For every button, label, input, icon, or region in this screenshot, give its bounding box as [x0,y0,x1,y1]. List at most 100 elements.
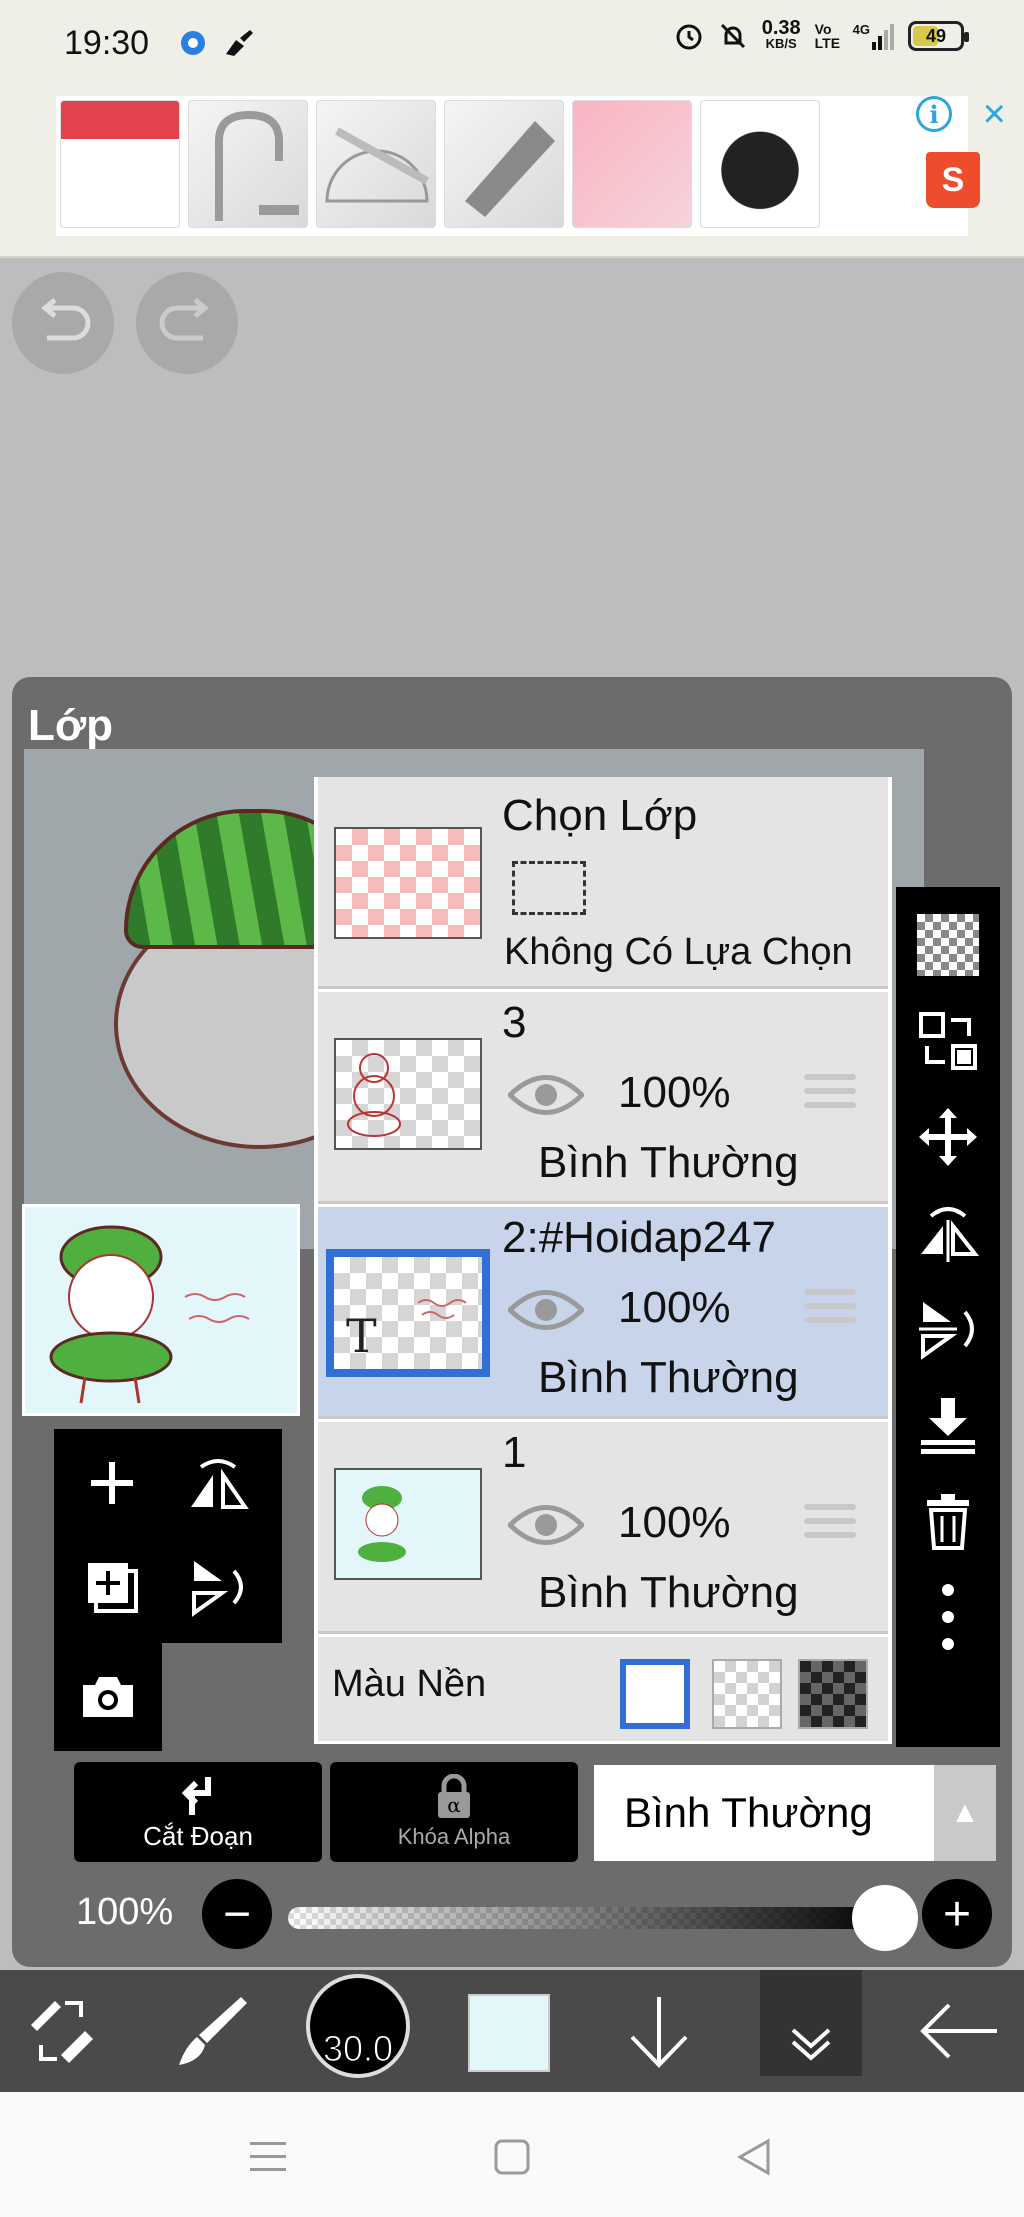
opacity-control: 100% − + [12,1873,1012,1957]
layer-blend-mode: Bình Thường [538,1353,799,1402]
layer-name: 3 [502,998,527,1047]
arrow-down-icon[interactable] [604,1980,714,2082]
back-arrow-icon[interactable] [904,1980,1014,2082]
navigator-thumbnail[interactable] [22,1204,300,1416]
volte-indicator: Vo LTE [814,21,841,51]
visibility-eye-icon[interactable] [508,1072,584,1118]
layer-thumbnail [334,1038,482,1150]
brush-icon[interactable] [156,1980,266,2082]
drag-handle-icon[interactable] [804,1504,856,1538]
selection-thumbnail [334,827,482,939]
ad-product-tool[interactable] [444,100,564,228]
merge-down-icon[interactable] [908,1377,988,1473]
status-bar: 19:30 0.38 KB/S Vo LTE 4G 49 [0,0,1024,90]
background-color-row: Màu Nền [318,1637,888,1741]
ad-product-protractor[interactable] [316,100,436,228]
swap-layer-icon[interactable] [908,993,988,1089]
undo-icon [40,298,91,341]
drag-handle-icon[interactable] [804,1074,856,1108]
selection-layer-title: Chọn Lớp [502,791,698,840]
layer-row-3[interactable]: 3 100% Bình Thường [318,992,888,1204]
drag-handle-icon[interactable] [804,1289,856,1323]
clipping-button[interactable]: Cắt Đoạn [74,1762,322,1862]
layer-thumbnail: T [326,1249,490,1377]
cleaner-icon [226,30,253,56]
blend-mode-select[interactable]: Bình Thường [594,1765,934,1861]
transparency-checker-icon[interactable] [908,897,988,993]
layer-row-1[interactable]: 1 100% Bình Thường [318,1422,888,1634]
svg-text:α: α [447,1793,461,1817]
bottom-toolbar: 30.0 [0,1970,1024,2092]
tool-switch-icon[interactable] [6,1980,116,2082]
layer-row-2[interactable]: T 2:#Hoidap247 100% Bình Thường [318,1207,888,1419]
opacity-increase-button[interactable]: + [922,1879,992,1949]
background-white-option[interactable] [620,1659,690,1729]
undo-button[interactable] [12,272,114,374]
blend-mode-arrow-icon[interactable]: ▲ [934,1765,996,1861]
status-time: 19:30 [64,24,150,62]
info-icon[interactable]: i [916,96,952,132]
text-layer-icon: T [346,1309,377,1363]
alpha-lock-icon: α [438,1774,470,1818]
background-dark-option[interactable] [798,1659,868,1729]
shopee-bag-icon[interactable]: S [926,152,980,208]
ad-product-toy[interactable] [572,100,692,228]
layer-list: Chọn Lớp Không Có Lựa Chọn 3 100% Bình T… [314,777,892,1744]
chevron-double-down-icon [791,2028,831,2061]
duplicate-layer-icon[interactable] [62,1537,162,1637]
layer-opacity: 100% [618,1498,731,1547]
flip-horizontal-icon[interactable] [908,1185,988,1281]
back-icon[interactable] [724,2132,784,2182]
app-notification-icon [181,31,205,55]
ad-product-gauge[interactable] [700,100,820,228]
brush-size-button[interactable]: 30.0 [306,1974,410,2078]
selection-marquee-icon [512,861,586,915]
battery-icon: 49 [908,21,969,51]
flip-layer-horizontal-icon[interactable] [168,1433,268,1533]
opacity-decrease-button[interactable]: − [202,1879,272,1949]
layer-actions-toolbar [54,1429,282,1643]
opacity-slider-thumb[interactable] [852,1885,918,1951]
current-color-swatch[interactable] [468,1994,550,2072]
layer-opacity: 100% [618,1283,731,1332]
add-layer-icon[interactable] [62,1433,162,1533]
flip-vertical-icon[interactable] [908,1281,988,1377]
visibility-eye-icon[interactable] [508,1287,584,1333]
layers-toggle-button[interactable] [760,1970,862,2076]
layer-name: 2:#Hoidap247 [502,1213,777,1262]
layer-blend-mode: Bình Thường [538,1568,799,1617]
camera-icon[interactable] [58,1647,158,1747]
import-photo-toolbar [54,1643,162,1751]
background-color-label: Màu Nền [332,1663,487,1705]
flip-layer-vertical-icon[interactable] [168,1537,268,1637]
alarm-icon [676,24,702,50]
more-options-icon[interactable] [908,1569,988,1665]
redo-button[interactable] [136,272,238,374]
home-icon[interactable] [482,2132,542,2182]
close-icon[interactable]: × [983,92,1006,137]
mute-bell-icon [720,23,745,49]
opacity-slider[interactable] [288,1907,888,1929]
delete-layer-icon[interactable] [908,1473,988,1569]
panel-title: Lớp [28,701,114,750]
layer-panel: Lớp Chọn Lớp Không Có Lựa Chọn 3 100% Bì… [12,677,1012,1967]
ad-product-tripod[interactable] [60,100,180,228]
layer-thumbnail [334,1468,482,1580]
recent-apps-icon[interactable] [238,2132,298,2182]
background-transparent-option[interactable] [712,1659,782,1729]
alpha-lock-button[interactable]: α Khóa Alpha [330,1762,578,1862]
ad-banner[interactable]: i × S [0,90,1024,258]
layer-opacity: 100% [618,1068,731,1117]
opacity-value: 100% [76,1891,174,1933]
layer-name: 1 [502,1428,527,1477]
ad-product-faucet[interactable] [188,100,308,228]
redo-icon [159,298,210,341]
visibility-eye-icon[interactable] [508,1502,584,1548]
signal-icon: 4G [853,22,894,50]
system-navigation-bar [0,2092,1024,2217]
clipping-icon [181,1776,211,1815]
layer-tools-toolbar [896,887,1000,1747]
selection-layer-row[interactable]: Chọn Lớp Không Có Lựa Chọn [318,777,888,989]
selection-status: Không Có Lựa Chọn [504,931,853,973]
move-icon[interactable] [908,1089,988,1185]
